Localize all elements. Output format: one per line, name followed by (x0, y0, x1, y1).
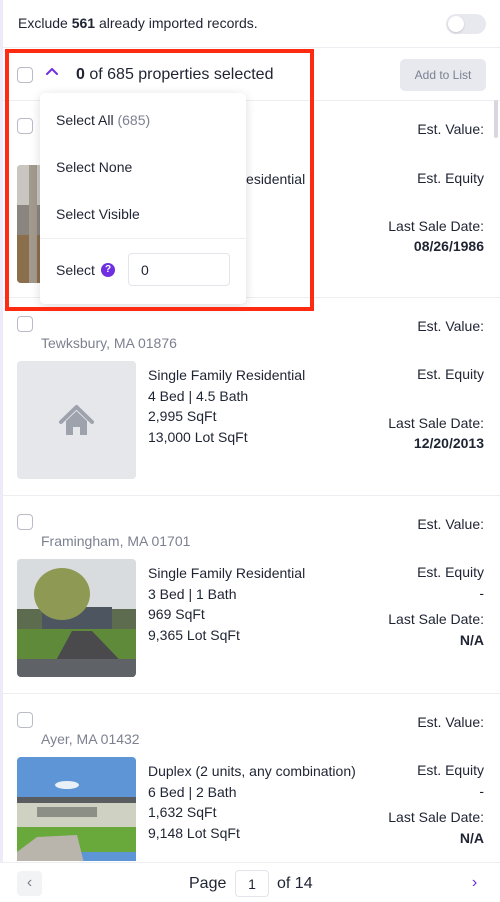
est-equity-label: Est. Equity (417, 170, 484, 186)
property-beds-baths: 4 Bed | 4.5 Bath (148, 387, 249, 404)
chevron-right-icon: › (471, 874, 478, 891)
home-icon (17, 361, 136, 479)
property-photo (17, 559, 136, 677)
last-sale-label: Last Sale Date: (388, 809, 484, 825)
select-count-label: Select (56, 262, 95, 278)
toggle-knob (448, 16, 464, 32)
exclude-count: 561 (71, 15, 96, 31)
property-checkbox[interactable] (17, 316, 33, 332)
exclude-text: Exclude 561 already imported records. (18, 15, 258, 31)
exclude-bar: Exclude 561 already imported records. (0, 0, 500, 48)
menu-select-all[interactable]: Select All (685) (56, 112, 150, 128)
property-type: Duplex (2 units, any combination) (148, 763, 356, 779)
chevron-up-icon[interactable] (44, 64, 60, 80)
property-details: Duplex (2 units, any combination) 6 Bed … (148, 761, 356, 843)
est-equity-value: - (479, 783, 484, 799)
property-checkbox[interactable] (17, 514, 33, 530)
property-sqft: 1,632 SqFt (148, 804, 217, 820)
property-sqft: 2,995 SqFt (148, 408, 217, 424)
prev-page-button[interactable]: ‹ (17, 871, 42, 896)
property-location: Framingham, MA 01701 (41, 533, 191, 549)
pagination: ‹ Page of 14 › (0, 862, 500, 902)
property-location: Ayer, MA 01432 (41, 731, 140, 747)
list-scrollbar[interactable] (494, 100, 498, 138)
selection-dropdown: Select All (685) Select None Select Visi… (40, 93, 246, 304)
property-card[interactable]: Framingham, MA 01701 Single Family Resid… (0, 497, 500, 694)
property-lot-sqft: 13,000 Lot SqFt (148, 428, 248, 445)
est-equity-value: - (479, 585, 484, 601)
last-sale-value: 08/26/1986 (413, 238, 484, 254)
last-sale-value: 12/20/2013 (413, 435, 484, 451)
exclude-prefix: Exclude (18, 15, 72, 31)
last-sale-label: Last Sale Date: (388, 415, 484, 431)
add-to-list-button[interactable]: Add to List (400, 59, 486, 91)
page-number-input[interactable] (235, 870, 269, 897)
property-lot-sqft: 9,148 Lot SqFt (148, 824, 240, 841)
help-icon[interactable]: ? (101, 263, 115, 277)
property-location: Tewksbury, MA 01876 (41, 335, 177, 351)
chevron-left-icon: ‹ (26, 874, 33, 891)
exclude-suffix: already imported records. (95, 15, 258, 31)
selection-summary: 0 of 685 properties selected (76, 66, 273, 84)
est-equity-label: Est. Equity (417, 762, 484, 778)
last-sale-label: Last Sale Date: (388, 611, 484, 627)
property-card[interactable]: Ayer, MA 01432 Duplex (2 units, any comb… (0, 695, 500, 861)
property-checkbox[interactable] (17, 118, 33, 134)
property-beds-baths: 6 Bed | 2 Bath (148, 783, 237, 800)
exclude-toggle[interactable] (446, 14, 486, 34)
property-checkbox[interactable] (17, 712, 33, 728)
property-details: Single Family Residential 4 Bed | 4.5 Ba… (148, 365, 305, 447)
page-label: Page (189, 875, 227, 892)
property-photo-placeholder (17, 361, 136, 479)
menu-divider (40, 238, 246, 239)
est-equity-label: Est. Equity (417, 564, 484, 580)
select-all-count: (685) (117, 112, 151, 128)
select-count-input[interactable] (128, 253, 230, 286)
est-value-label: Est. Value: (417, 714, 484, 730)
property-type: Single Family Residential (148, 565, 306, 581)
property-beds-baths: 3 Bed | 1 Bath (148, 585, 237, 602)
selected-count: 0 (76, 66, 85, 83)
menu-select-visible[interactable]: Select Visible (56, 206, 140, 222)
property-sqft: 969 SqFt (148, 606, 205, 622)
last-sale-label: Last Sale Date: (388, 218, 484, 234)
page-total: of 14 (277, 875, 313, 892)
property-type: Single Family Residential (148, 367, 306, 383)
selection-total: of 685 properties selected (84, 66, 274, 83)
property-lot-sqft: 9,365 Lot SqFt (148, 626, 240, 643)
menu-select-none[interactable]: Select None (56, 159, 132, 175)
est-value-label: Est. Value: (417, 121, 484, 137)
est-equity-label: Est. Equity (417, 366, 484, 382)
last-sale-value: N/A (459, 632, 484, 648)
next-page-button[interactable]: › (462, 871, 487, 896)
property-details: Single Family Residential 3 Bed | 1 Bath… (148, 563, 305, 645)
property-photo (17, 757, 136, 861)
select-all-checkbox[interactable] (17, 67, 33, 83)
est-value-label: Est. Value: (417, 516, 484, 532)
est-value-label: Est. Value: (417, 318, 484, 334)
property-card[interactable]: Tewksbury, MA 01876 Single Family Reside… (0, 299, 500, 496)
select-all-label: Select All (56, 112, 114, 128)
last-sale-value: N/A (459, 830, 484, 846)
